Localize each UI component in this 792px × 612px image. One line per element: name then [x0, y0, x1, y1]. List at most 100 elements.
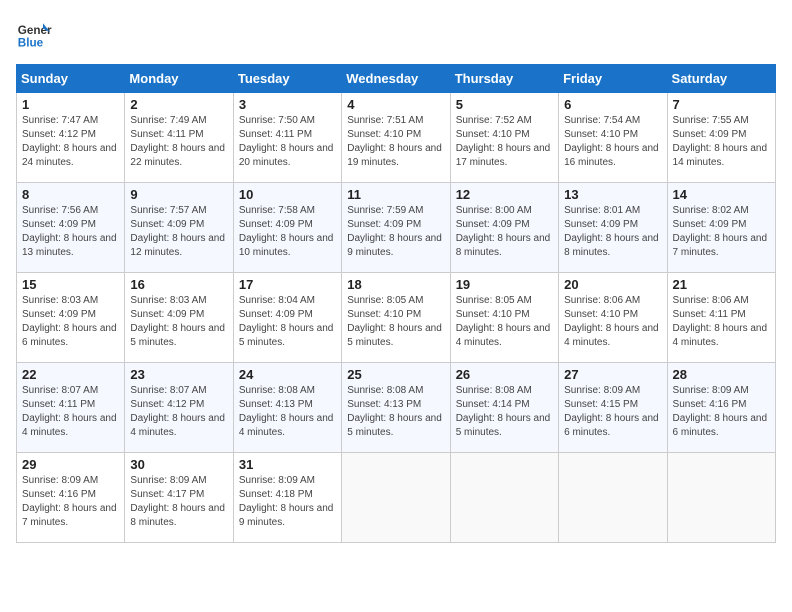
cell-sunrise: Sunrise: 7:49 AM [130, 114, 227, 128]
cell-sunset: Sunset: 4:10 PM [564, 308, 661, 322]
calendar-cell: 6 Sunrise: 7:54 AM Sunset: 4:10 PM Dayli… [559, 93, 667, 183]
day-number: 23 [130, 367, 227, 382]
day-number: 5 [456, 97, 553, 112]
cell-sunset: Sunset: 4:11 PM [673, 308, 770, 322]
cell-sunrise: Sunrise: 8:03 AM [22, 294, 119, 308]
day-number: 27 [564, 367, 661, 382]
cell-sunset: Sunset: 4:12 PM [130, 398, 227, 412]
day-number: 10 [239, 187, 336, 202]
cell-sunrise: Sunrise: 8:09 AM [673, 384, 770, 398]
cell-daylight: Daylight: 8 hours and 8 minutes. [456, 232, 553, 260]
day-number: 7 [673, 97, 770, 112]
calendar-cell: 22 Sunrise: 8:07 AM Sunset: 4:11 PM Dayl… [17, 363, 125, 453]
day-number: 2 [130, 97, 227, 112]
day-number: 25 [347, 367, 444, 382]
day-number: 29 [22, 457, 119, 472]
cell-sunrise: Sunrise: 8:08 AM [456, 384, 553, 398]
cell-daylight: Daylight: 8 hours and 8 minutes. [564, 232, 661, 260]
calendar-cell: 4 Sunrise: 7:51 AM Sunset: 4:10 PM Dayli… [342, 93, 450, 183]
cell-sunrise: Sunrise: 8:05 AM [347, 294, 444, 308]
col-header-monday: Monday [125, 65, 233, 93]
calendar-body: 1 Sunrise: 7:47 AM Sunset: 4:12 PM Dayli… [17, 93, 776, 543]
calendar-cell: 15 Sunrise: 8:03 AM Sunset: 4:09 PM Dayl… [17, 273, 125, 363]
day-number: 30 [130, 457, 227, 472]
col-header-wednesday: Wednesday [342, 65, 450, 93]
col-header-thursday: Thursday [450, 65, 558, 93]
calendar-cell [559, 453, 667, 543]
cell-sunrise: Sunrise: 8:07 AM [22, 384, 119, 398]
cell-sunrise: Sunrise: 8:03 AM [130, 294, 227, 308]
day-number: 20 [564, 277, 661, 292]
day-number: 21 [673, 277, 770, 292]
day-number: 12 [456, 187, 553, 202]
calendar-cell: 17 Sunrise: 8:04 AM Sunset: 4:09 PM Dayl… [233, 273, 341, 363]
cell-daylight: Daylight: 8 hours and 4 minutes. [239, 412, 336, 440]
calendar-cell: 29 Sunrise: 8:09 AM Sunset: 4:16 PM Dayl… [17, 453, 125, 543]
cell-sunrise: Sunrise: 8:07 AM [130, 384, 227, 398]
calendar-header-row: SundayMondayTuesdayWednesdayThursdayFrid… [17, 65, 776, 93]
cell-sunset: Sunset: 4:11 PM [239, 128, 336, 142]
day-number: 13 [564, 187, 661, 202]
cell-sunrise: Sunrise: 8:02 AM [673, 204, 770, 218]
col-header-sunday: Sunday [17, 65, 125, 93]
cell-sunrise: Sunrise: 8:09 AM [22, 474, 119, 488]
cell-daylight: Daylight: 8 hours and 24 minutes. [22, 142, 119, 170]
day-number: 31 [239, 457, 336, 472]
cell-sunrise: Sunrise: 8:09 AM [130, 474, 227, 488]
calendar-cell [450, 453, 558, 543]
cell-sunrise: Sunrise: 7:56 AM [22, 204, 119, 218]
cell-daylight: Daylight: 8 hours and 6 minutes. [564, 412, 661, 440]
day-number: 18 [347, 277, 444, 292]
cell-daylight: Daylight: 8 hours and 4 minutes. [22, 412, 119, 440]
cell-daylight: Daylight: 8 hours and 4 minutes. [564, 322, 661, 350]
calendar-cell: 3 Sunrise: 7:50 AM Sunset: 4:11 PM Dayli… [233, 93, 341, 183]
cell-sunset: Sunset: 4:10 PM [564, 128, 661, 142]
cell-sunset: Sunset: 4:10 PM [456, 128, 553, 142]
cell-daylight: Daylight: 8 hours and 6 minutes. [673, 412, 770, 440]
calendar-cell: 7 Sunrise: 7:55 AM Sunset: 4:09 PM Dayli… [667, 93, 775, 183]
cell-sunrise: Sunrise: 8:08 AM [239, 384, 336, 398]
cell-sunset: Sunset: 4:10 PM [347, 308, 444, 322]
cell-sunrise: Sunrise: 7:59 AM [347, 204, 444, 218]
logo: General Blue [16, 16, 52, 52]
col-header-saturday: Saturday [667, 65, 775, 93]
day-number: 28 [673, 367, 770, 382]
cell-sunset: Sunset: 4:13 PM [239, 398, 336, 412]
cell-daylight: Daylight: 8 hours and 5 minutes. [130, 322, 227, 350]
calendar-cell: 8 Sunrise: 7:56 AM Sunset: 4:09 PM Dayli… [17, 183, 125, 273]
calendar-week-row: 8 Sunrise: 7:56 AM Sunset: 4:09 PM Dayli… [17, 183, 776, 273]
cell-sunset: Sunset: 4:15 PM [564, 398, 661, 412]
calendar-table: SundayMondayTuesdayWednesdayThursdayFrid… [16, 64, 776, 543]
cell-sunrise: Sunrise: 7:50 AM [239, 114, 336, 128]
calendar-cell: 27 Sunrise: 8:09 AM Sunset: 4:15 PM Dayl… [559, 363, 667, 453]
cell-sunrise: Sunrise: 8:06 AM [673, 294, 770, 308]
day-number: 4 [347, 97, 444, 112]
cell-daylight: Daylight: 8 hours and 12 minutes. [130, 232, 227, 260]
calendar-cell: 5 Sunrise: 7:52 AM Sunset: 4:10 PM Dayli… [450, 93, 558, 183]
cell-sunrise: Sunrise: 7:52 AM [456, 114, 553, 128]
day-number: 15 [22, 277, 119, 292]
cell-sunset: Sunset: 4:09 PM [564, 218, 661, 232]
cell-daylight: Daylight: 8 hours and 13 minutes. [22, 232, 119, 260]
calendar-week-row: 22 Sunrise: 8:07 AM Sunset: 4:11 PM Dayl… [17, 363, 776, 453]
calendar-cell [667, 453, 775, 543]
cell-sunset: Sunset: 4:13 PM [347, 398, 444, 412]
cell-sunrise: Sunrise: 8:04 AM [239, 294, 336, 308]
cell-daylight: Daylight: 8 hours and 4 minutes. [673, 322, 770, 350]
calendar-cell: 26 Sunrise: 8:08 AM Sunset: 4:14 PM Dayl… [450, 363, 558, 453]
cell-sunrise: Sunrise: 8:05 AM [456, 294, 553, 308]
cell-sunset: Sunset: 4:09 PM [456, 218, 553, 232]
page-header: General Blue [16, 16, 776, 52]
cell-daylight: Daylight: 8 hours and 4 minutes. [130, 412, 227, 440]
cell-sunset: Sunset: 4:17 PM [130, 488, 227, 502]
calendar-cell: 1 Sunrise: 7:47 AM Sunset: 4:12 PM Dayli… [17, 93, 125, 183]
calendar-week-row: 29 Sunrise: 8:09 AM Sunset: 4:16 PM Dayl… [17, 453, 776, 543]
cell-daylight: Daylight: 8 hours and 5 minutes. [239, 322, 336, 350]
cell-sunrise: Sunrise: 8:09 AM [564, 384, 661, 398]
cell-sunset: Sunset: 4:16 PM [22, 488, 119, 502]
cell-daylight: Daylight: 8 hours and 5 minutes. [347, 412, 444, 440]
calendar-cell: 21 Sunrise: 8:06 AM Sunset: 4:11 PM Dayl… [667, 273, 775, 363]
cell-sunset: Sunset: 4:18 PM [239, 488, 336, 502]
cell-sunset: Sunset: 4:09 PM [239, 308, 336, 322]
cell-sunrise: Sunrise: 8:08 AM [347, 384, 444, 398]
